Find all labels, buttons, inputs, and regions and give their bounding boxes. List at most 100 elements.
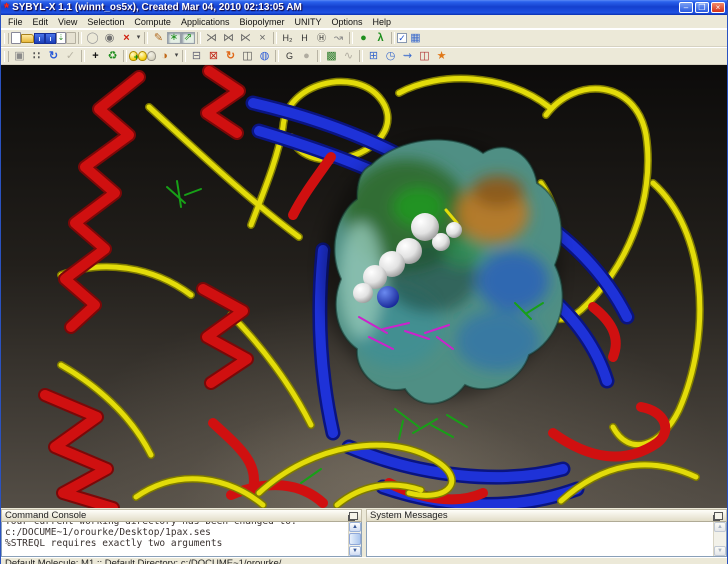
status-text: Default Molecule: M1 :: Default Director…	[5, 558, 281, 564]
console-scrollbar[interactable]: ▲ ▼	[348, 522, 361, 556]
hydrogens-icon[interactable]: H	[296, 31, 313, 45]
toolbar-separator	[391, 32, 395, 44]
light-off-icon[interactable]	[147, 51, 156, 61]
palette-dropdown-caret[interactable]: ▾	[173, 49, 180, 63]
toolbar-separator	[81, 50, 85, 62]
lone-pair-icon[interactable]: λ	[372, 31, 389, 45]
toolbar-separator	[349, 32, 353, 44]
measure-tool-icon[interactable]: ↝	[330, 31, 347, 45]
toolbar-separator	[123, 50, 127, 62]
toolbar-separator	[359, 50, 363, 62]
time-display-icon[interactable]: ◷	[382, 49, 399, 63]
command-console-title: Command Console	[5, 510, 86, 521]
export-molecule-icon[interactable]: ⇣	[56, 32, 66, 44]
light-on-icon[interactable]	[138, 51, 147, 61]
system-messages-panel: System Messages ▲ ▼	[366, 509, 727, 557]
scroll-down-icon[interactable]: ▼	[714, 546, 726, 556]
recycle-icon[interactable]: ♻	[104, 49, 121, 63]
toolbar-drag-handle[interactable]	[4, 33, 9, 44]
translate-move-icon[interactable]: +	[87, 49, 104, 63]
scroll-up-icon[interactable]: ▲	[349, 522, 361, 532]
fit-view-icon[interactable]: ⇗	[181, 32, 195, 44]
windows-icon[interactable]: ⊞	[365, 49, 382, 63]
redraw-icon[interactable]: ↻	[222, 49, 239, 63]
docked-panels: Command Console Your current working dir…	[1, 508, 727, 557]
restore-button[interactable]: ❐	[695, 2, 709, 13]
scroll-down-icon[interactable]: ▼	[349, 546, 361, 556]
menu-file[interactable]: File	[3, 17, 28, 27]
title-bar[interactable]: * SYBYL-X 1.1 (winnt_os5x), Created Mar …	[1, 0, 727, 15]
menu-edit[interactable]: Edit	[28, 17, 54, 27]
refresh-display-icon[interactable]: ↻	[45, 49, 62, 63]
toolbar-drag-handle[interactable]	[4, 51, 9, 62]
save-as-icon[interactable]	[45, 33, 56, 44]
bond-modify-icon[interactable]: ⋉	[237, 31, 254, 45]
molecular-spreadsheet-icon[interactable]: ▦	[407, 31, 424, 45]
toolbar-separator	[275, 50, 279, 62]
menu-compute[interactable]: Compute	[129, 17, 176, 27]
delete-red-x-icon[interactable]: ×	[118, 31, 135, 45]
new-file-icon[interactable]	[11, 32, 21, 44]
checkbox-table-icon[interactable]: ✓	[397, 33, 407, 43]
menu-options[interactable]: Options	[327, 17, 368, 27]
light-add-icon[interactable]	[129, 51, 138, 61]
scroll-thumb[interactable]	[349, 533, 361, 545]
open-folder-icon[interactable]	[21, 34, 34, 43]
molecule-view-icon[interactable]: ∗	[167, 32, 181, 44]
toolbar-separator	[144, 32, 148, 44]
add-hydrogens-icon[interactable]: H₂	[279, 31, 296, 45]
bond-delete-icon[interactable]: ×	[254, 31, 271, 45]
save-icon[interactable]	[34, 33, 45, 44]
mouse-icon[interactable]: ●	[298, 49, 315, 63]
close-button[interactable]: ×	[711, 2, 725, 13]
system-messages-header[interactable]: System Messages	[366, 509, 727, 522]
antenna-disabled-icon[interactable]: ∿	[340, 49, 357, 63]
menu-applications[interactable]: Applications	[176, 17, 235, 27]
scroll-up-icon[interactable]: ▲	[714, 522, 726, 532]
command-console-header[interactable]: Command Console	[1, 509, 362, 522]
toolbar-separator	[197, 32, 201, 44]
airbrush-icon[interactable]: ⇝	[399, 49, 416, 63]
g-label-icon[interactable]: G	[281, 49, 298, 63]
bond-break-icon[interactable]: ⋊	[203, 31, 220, 45]
messages-output[interactable]	[367, 522, 713, 556]
float-panel-icon[interactable]	[714, 512, 723, 520]
window-controls: – ❐ ×	[679, 2, 725, 13]
hydrogens-toggle-icon[interactable]: Ⓗ	[313, 31, 330, 45]
zoom-box-icon[interactable]: ⊟	[188, 49, 205, 63]
zoom-delete-icon[interactable]: ⊠	[205, 49, 222, 63]
bond-make-icon[interactable]: ⋈	[220, 31, 237, 45]
messages-scrollbar[interactable]: ▲ ▼	[713, 522, 726, 556]
sketch-molecule-icon[interactable]: ✎	[150, 31, 167, 45]
color-palette-icon[interactable]: ◑	[156, 49, 173, 63]
send-page-disabled-icon[interactable]	[66, 32, 76, 44]
render-options-icon[interactable]: ◍	[256, 49, 273, 63]
image-settings-icon[interactable]: ▩	[323, 49, 340, 63]
monitor-image-icon[interactable]: ◫	[416, 49, 433, 63]
console-line: %STREQL requires exactly two arguments	[5, 538, 345, 549]
paint-labels-icon[interactable]: ★	[433, 49, 450, 63]
menu-biopolymer[interactable]: Biopolymer	[234, 17, 289, 27]
application-window: * SYBYL-X 1.1 (winnt_os5x), Created Mar …	[0, 0, 728, 564]
menu-selection[interactable]: Selection	[82, 17, 129, 27]
protein-render	[1, 65, 728, 508]
lattice-icon[interactable]: ∷	[28, 49, 45, 63]
camera-icon[interactable]: ◉	[101, 31, 118, 45]
float-panel-icon[interactable]	[349, 512, 358, 520]
command-console-body: Your current working directory has been …	[1, 522, 362, 557]
status-bar: Default Molecule: M1 :: Default Director…	[1, 557, 727, 564]
display-screen-icon[interactable]: ◫	[239, 49, 256, 63]
menu-view[interactable]: View	[53, 17, 82, 27]
toolbar-row-2: ▣∷↻✓+♻◑▾⊟⊠↻◫◍G●▩∿⊞◷⇝◫★	[1, 47, 727, 65]
menu-help[interactable]: Help	[368, 17, 397, 27]
display-mode-icon[interactable]: ▣	[11, 49, 28, 63]
delete-dropdown-caret[interactable]: ▾	[135, 31, 142, 45]
minimize-button[interactable]: –	[679, 2, 693, 13]
viewport-3d[interactable]	[1, 65, 727, 508]
snapshot-ring-icon[interactable]: ◯	[84, 31, 101, 45]
menu-unity[interactable]: UNITY	[290, 17, 327, 27]
apply-disabled-icon[interactable]: ✓	[62, 49, 79, 63]
console-output[interactable]: Your current working directory has been …	[2, 522, 348, 556]
system-messages-title: System Messages	[370, 510, 448, 521]
substructure-gem-icon[interactable]: ●	[355, 31, 372, 45]
